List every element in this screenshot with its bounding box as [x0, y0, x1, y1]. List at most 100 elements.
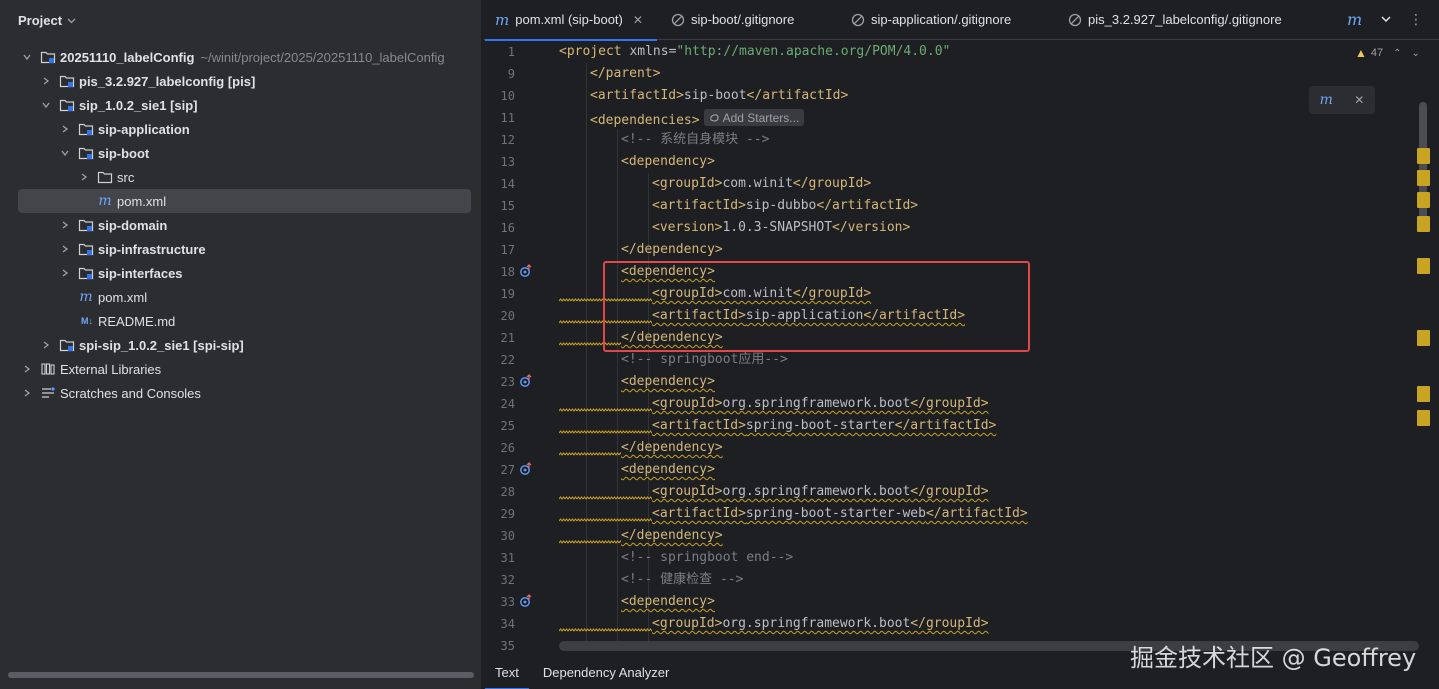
line-number[interactable]: 12 [483, 133, 515, 147]
chevron-right-icon[interactable] [20, 389, 34, 397]
inspection-widget[interactable]: ▲ 47 ⌃ ⌄ [1355, 46, 1420, 60]
code-line[interactable]: 29 <artifactId>spring-boot-starter-web</a… [483, 503, 1423, 525]
dependency-override-icon[interactable] [519, 374, 533, 388]
vertical-scrollbar[interactable] [1419, 102, 1427, 232]
warning-marker[interactable] [1417, 258, 1430, 274]
warning-marker[interactable] [1417, 216, 1430, 232]
code-line[interactable]: 34 <groupId>org.springframework.boot</gro… [483, 613, 1423, 635]
code-line[interactable]: 9 </parent> [483, 63, 1423, 85]
code-line[interactable]: 24 <groupId>org.springframework.boot</gro… [483, 393, 1423, 415]
code-line[interactable]: 10 <artifactId>sip-boot</artifactId> [483, 85, 1423, 107]
warning-marker[interactable] [1417, 330, 1430, 346]
dependency-override-icon[interactable] [519, 594, 533, 608]
chevron-down-icon[interactable] [20, 53, 34, 61]
chevron-right-icon[interactable] [39, 341, 53, 349]
tree-item[interactable]: 20251110_labelConfig ~/winit/project/2025… [0, 45, 481, 69]
line-number[interactable]: 30 [483, 529, 515, 543]
code-line[interactable]: 22 <!-- springboot应用--> [483, 349, 1423, 371]
warning-marker[interactable] [1417, 192, 1430, 208]
tree-item[interactable]: sip_1.0.2_sie1 [sip] [0, 93, 481, 117]
code-line[interactable]: 27 <dependency> [483, 459, 1423, 481]
dependency-override-icon[interactable] [519, 264, 533, 278]
warning-marker[interactable] [1417, 170, 1430, 186]
chevron-right-icon[interactable] [39, 77, 53, 85]
close-icon[interactable]: ✕ [633, 13, 643, 27]
line-number[interactable]: 9 [483, 67, 515, 81]
project-view-selector[interactable]: Project [0, 0, 481, 40]
chevron-right-icon[interactable] [58, 125, 72, 133]
line-number[interactable]: 26 [483, 441, 515, 455]
add-starters-inlay[interactable]: Add Starters... [703, 109, 805, 126]
code-line[interactable]: 23 <dependency> [483, 371, 1423, 393]
line-number[interactable]: 18 [483, 265, 515, 279]
next-highlight-icon[interactable]: ⌄ [1412, 48, 1420, 59]
more-vertical-icon[interactable]: ⋮ [1409, 12, 1423, 26]
chevron-right-icon[interactable] [20, 365, 34, 373]
code-line[interactable]: 12 <!-- 系统自身模块 --> [483, 129, 1423, 151]
dependency-override-icon[interactable] [519, 462, 533, 476]
code-line[interactable]: 17 </dependency> [483, 239, 1423, 261]
line-number[interactable]: 10 [483, 89, 515, 103]
line-number[interactable]: 28 [483, 485, 515, 499]
tree-item[interactable]: spi-sip_1.0.2_sie1 [spi-sip] [0, 333, 481, 357]
code-line[interactable]: 31 <!-- springboot end--> [483, 547, 1423, 569]
code-line[interactable]: 32 <!-- 健康检查 --> [483, 569, 1423, 591]
line-number[interactable]: 17 [483, 243, 515, 257]
chevron-right-icon[interactable] [58, 245, 72, 253]
code-line[interactable]: 25 <artifactId>spring-boot-starter</artif… [483, 415, 1423, 437]
maven-reload-icon[interactable]: m [1320, 92, 1333, 108]
warning-marker[interactable] [1417, 148, 1430, 164]
chevron-down-icon[interactable] [39, 101, 53, 109]
code-line[interactable]: 14 <groupId>com.winit</groupId> [483, 173, 1423, 195]
code-line[interactable]: 26 </dependency> [483, 437, 1423, 459]
tree-item[interactable]: sip-boot [0, 141, 481, 165]
bottom-tab[interactable]: Text [483, 659, 531, 689]
line-number[interactable]: 15 [483, 199, 515, 213]
tree-item[interactable]: External Libraries [0, 357, 481, 381]
editor-tab[interactable]: m pom.xml (sip-boot) ✕ [483, 0, 659, 41]
chevron-right-icon[interactable] [58, 269, 72, 277]
line-number[interactable]: 34 [483, 617, 515, 631]
code-line[interactable]: 30 </dependency> [483, 525, 1423, 547]
code-line[interactable]: 28 <groupId>org.springframework.boot</gro… [483, 481, 1423, 503]
line-number[interactable]: 31 [483, 551, 515, 565]
line-number[interactable]: 33 [483, 595, 515, 609]
line-number[interactable]: 23 [483, 375, 515, 389]
code-line[interactable]: 16 <version>1.0.3-SNAPSHOT</version> [483, 217, 1423, 239]
maven-icon[interactable]: m [1347, 10, 1362, 29]
code-line[interactable]: 1 <project xmlns="http://maven.apache.org… [483, 41, 1423, 63]
tree-item[interactable]: Scratches and Consoles [0, 381, 481, 405]
line-number[interactable]: 11 [483, 111, 515, 125]
line-number[interactable]: 27 [483, 463, 515, 477]
tree-item[interactable]: M↓ README.md [0, 309, 481, 333]
chevron-right-icon[interactable] [58, 221, 72, 229]
line-number[interactable]: 24 [483, 397, 515, 411]
editor-tab[interactable]: sip-boot/.gitignore [659, 0, 839, 40]
line-number[interactable]: 25 [483, 419, 515, 433]
tree-item[interactable]: m pom.xml [0, 285, 481, 309]
code-line[interactable]: 15 <artifactId>sip-dubbo</artifactId> [483, 195, 1423, 217]
line-number[interactable]: 21 [483, 331, 515, 345]
chevron-right-icon[interactable] [77, 173, 91, 181]
tree-item[interactable]: sip-infrastructure [0, 237, 481, 261]
line-number[interactable]: 20 [483, 309, 515, 323]
line-number[interactable]: 32 [483, 573, 515, 587]
code-line[interactable]: 33 <dependency> [483, 591, 1423, 613]
editor-tab[interactable]: sip-application/.gitignore [839, 0, 1056, 40]
tree-item[interactable]: sip-domain [0, 213, 481, 237]
tree-item[interactable]: sip-application [0, 117, 481, 141]
editor-tab[interactable]: pis_3.2.927_labelconfig/.gitignore [1056, 0, 1292, 40]
line-number[interactable]: 14 [483, 177, 515, 191]
code-line[interactable]: 11 <dependencies> Add Starters... [483, 107, 1423, 129]
line-number[interactable]: 16 [483, 221, 515, 235]
line-number[interactable]: 35 [483, 639, 515, 651]
line-number[interactable]: 19 [483, 287, 515, 301]
tree-item[interactable]: m pom.xml [0, 189, 481, 213]
horizontal-scrollbar[interactable] [8, 672, 474, 678]
line-number[interactable]: 22 [483, 353, 515, 367]
chevron-down-icon[interactable] [58, 149, 72, 157]
tree-item[interactable]: src [0, 165, 481, 189]
tree-item[interactable]: sip-interfaces [0, 261, 481, 285]
chevron-down-icon[interactable] [1379, 12, 1393, 26]
warning-marker[interactable] [1417, 386, 1430, 402]
